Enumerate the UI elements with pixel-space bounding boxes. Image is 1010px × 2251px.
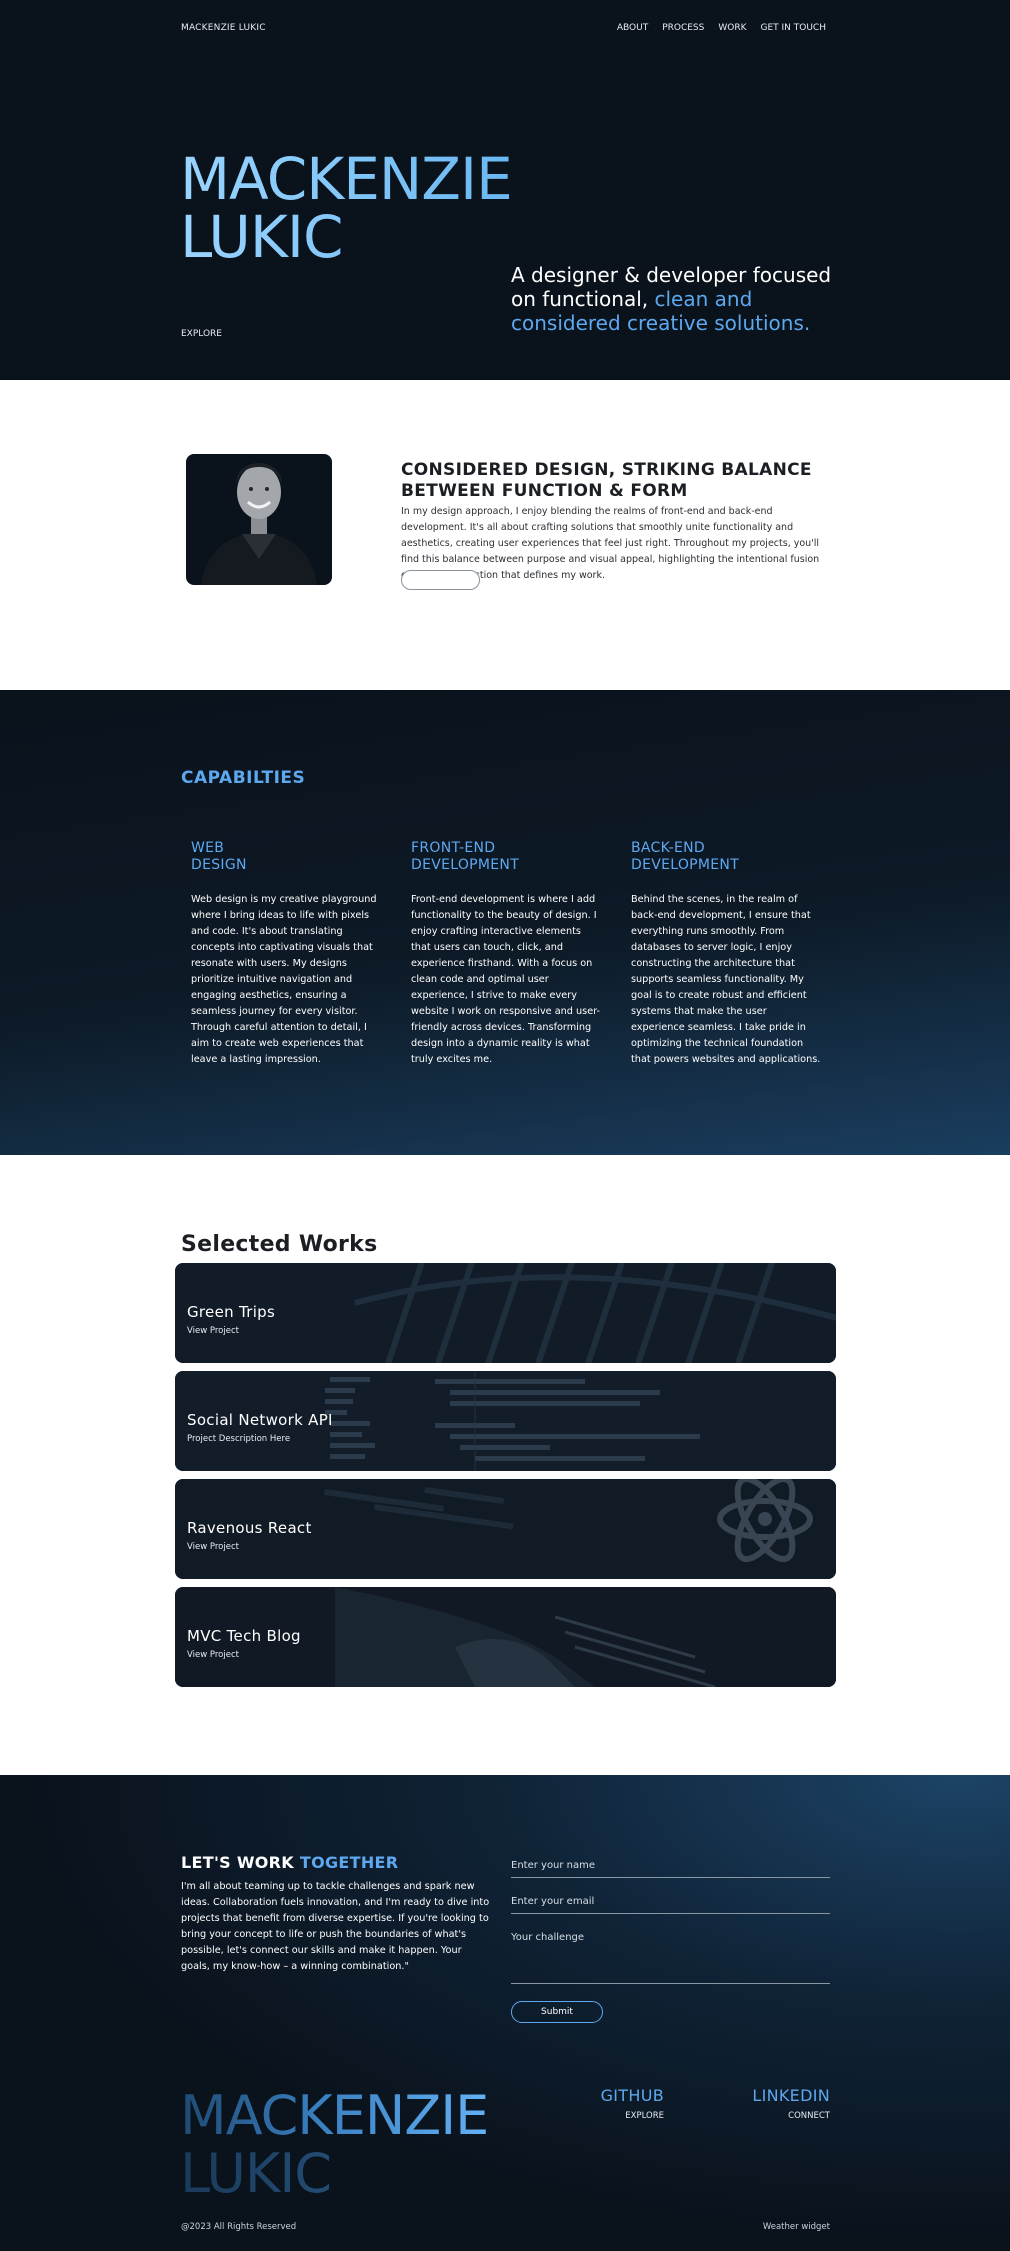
weather-widget: Weather widget bbox=[762, 2222, 830, 2232]
github-link[interactable]: GITHUB EXPLORE bbox=[601, 2086, 664, 2121]
capability-back-end: BACK-END DEVELOPMENT Behind the scenes, i… bbox=[631, 840, 821, 1068]
explore-link[interactable]: EXPLORE bbox=[181, 329, 222, 339]
nav-item-process[interactable]: PROCESS bbox=[662, 23, 704, 33]
hero-tagline: A designer & developer focused on functi… bbox=[511, 263, 841, 335]
copyright: @2023 All Rights Reserved bbox=[181, 2222, 297, 2232]
capability-front-end: FRONT-END DEVELOPMENT Front-end developme… bbox=[411, 840, 601, 1068]
capability-title-line1: FRONT-END bbox=[411, 840, 496, 856]
project-card-ravenous-react[interactable]: Ravenous React View Project bbox=[175, 1479, 836, 1579]
contact-text: I'm all about teaming up to tackle chall… bbox=[181, 1881, 490, 1972]
footer-name: MACKENZIE LUKIC bbox=[180, 2084, 489, 2203]
portrait-illustration bbox=[201, 463, 317, 585]
works-title: Selected Works bbox=[181, 1232, 378, 1257]
contact-title-accent: TOGETHER bbox=[299, 1853, 399, 1872]
github-explore[interactable]: EXPLORE bbox=[601, 2111, 664, 2121]
project-card-mvc-tech-blog[interactable]: MVC Tech Blog View Project bbox=[175, 1587, 836, 1687]
hero-section: MACKENZIE LUKIC ABOUT PROCESS WORK GET I… bbox=[0, 0, 1010, 380]
submit-button[interactable]: Submit bbox=[511, 2001, 603, 2023]
hero-name: MACKENZIE LUKIC bbox=[180, 150, 512, 266]
capability-title: FRONT-END DEVELOPMENT bbox=[411, 840, 601, 892]
project-title: Social Network API bbox=[187, 1411, 333, 1429]
contact-title-plain: LET'S WORK bbox=[181, 1853, 300, 1872]
email-field[interactable]: Enter your email bbox=[511, 1896, 830, 1914]
capability-title: WEB DESIGN bbox=[191, 840, 381, 892]
capability-text: Front-end development is where I add fun… bbox=[411, 894, 601, 1065]
capability-title-line1: BACK-END bbox=[631, 840, 705, 856]
main-nav: ABOUT PROCESS WORK GET IN TOUCH bbox=[617, 23, 826, 33]
project-subtitle[interactable]: Project Description Here bbox=[187, 1434, 290, 1444]
footer-name-line1: MACKENZIE bbox=[180, 2084, 489, 2147]
capability-title: BACK-END DEVELOPMENT bbox=[631, 840, 821, 892]
linkedin-heading[interactable]: LINKEDIN bbox=[752, 2086, 830, 2105]
github-heading[interactable]: GITHUB bbox=[601, 2086, 664, 2105]
capabilities-section: CAPABILTIES WEB DESIGN Web design is my c… bbox=[0, 690, 1010, 1155]
capability-title-line1: WEB bbox=[191, 840, 225, 856]
linkedin-link[interactable]: LINKEDIN CONNECT bbox=[752, 2086, 830, 2121]
capability-web-design: WEB DESIGN Web design is my creative play… bbox=[191, 840, 381, 1068]
project-subtitle[interactable]: View Project bbox=[187, 1542, 239, 1552]
challenge-field[interactable]: Your challenge bbox=[511, 1932, 830, 1984]
capabilities-title: CAPABILTIES bbox=[181, 768, 306, 788]
hero-name-line2: LUKIC bbox=[180, 203, 343, 271]
nav-logo[interactable]: MACKENZIE LUKIC bbox=[181, 23, 266, 33]
about-section: CONSIDERED DESIGN, STRIKING BALANCE BETW… bbox=[0, 380, 1010, 690]
contact-title: LET'S WORK TOGETHER bbox=[181, 1853, 398, 1872]
portrait-photo bbox=[186, 454, 332, 585]
nav-item-about[interactable]: ABOUT bbox=[617, 23, 648, 33]
capability-title-line2: DEVELOPMENT bbox=[631, 857, 740, 873]
project-subtitle[interactable]: View Project bbox=[187, 1650, 239, 1660]
project-title: Green Trips bbox=[187, 1303, 276, 1321]
nav-item-get-in-touch[interactable]: GET IN TOUCH bbox=[761, 23, 827, 33]
project-subtitle[interactable]: View Project bbox=[187, 1326, 239, 1336]
capability-title-line2: DEVELOPMENT bbox=[411, 857, 520, 873]
nav-item-work[interactable]: WORK bbox=[718, 23, 746, 33]
about-button[interactable] bbox=[401, 570, 480, 590]
capability-text: Web design is my creative playground whe… bbox=[191, 894, 377, 1065]
project-title: Ravenous React bbox=[187, 1519, 312, 1537]
capability-title-line2: DESIGN bbox=[191, 857, 247, 873]
name-field[interactable]: Enter your name bbox=[511, 1860, 830, 1878]
contact-section: LET'S WORK TOGETHER I'm all about teamin… bbox=[0, 1775, 1010, 2251]
footer-name-line2: LUKIC bbox=[180, 2145, 488, 2203]
project-card-social-network-api[interactable]: Social Network API Project Description H… bbox=[175, 1371, 836, 1471]
works-section: Selected Works Green Trips View Project bbox=[0, 1155, 1010, 1775]
capability-text: Behind the scenes, in the realm of back-… bbox=[631, 894, 821, 1065]
about-title: CONSIDERED DESIGN, STRIKING BALANCE BETW… bbox=[401, 460, 812, 501]
linkedin-connect[interactable]: CONNECT bbox=[752, 2111, 830, 2121]
project-title: MVC Tech Blog bbox=[187, 1627, 301, 1645]
project-card-green-trips[interactable]: Green Trips View Project bbox=[175, 1263, 836, 1363]
